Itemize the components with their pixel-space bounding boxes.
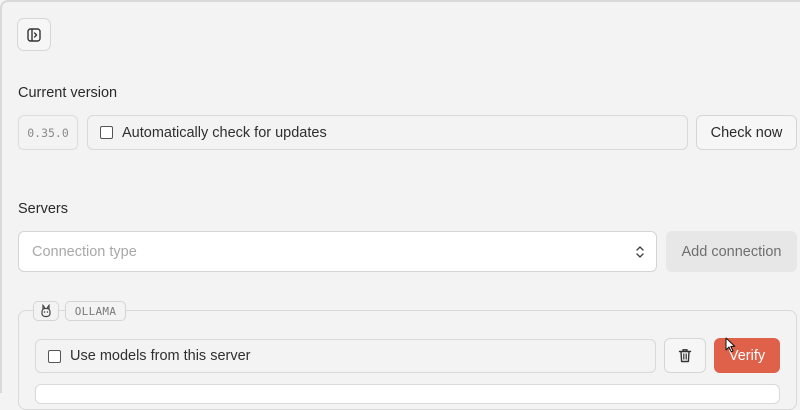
check-now-button[interactable]: Check now <box>696 115 797 150</box>
verify-button[interactable]: Verify <box>714 338 780 373</box>
server-url-input[interactable] <box>35 384 780 404</box>
use-models-label: Use models from this server <box>70 348 251 364</box>
current-version-label: Current version <box>18 85 118 101</box>
chevron-up-down-icon <box>636 246 644 258</box>
sidebar-panel-icon <box>27 27 41 42</box>
mouse-pointer-icon <box>725 337 736 353</box>
version-badge: 0.35.0 <box>18 115 78 150</box>
server-icon-badge <box>33 301 59 321</box>
auto-check-updates-toggle[interactable]: Automatically check for updates <box>87 115 688 150</box>
llama-icon <box>41 304 51 318</box>
auto-check-label: Automatically check for updates <box>122 124 327 141</box>
use-models-toggle[interactable]: Use models from this server <box>35 339 656 373</box>
trash-icon <box>678 349 692 363</box>
add-connection-button[interactable]: Add connection <box>666 231 797 272</box>
auto-check-checkbox[interactable] <box>100 126 113 139</box>
sidebar-toggle-button[interactable] <box>17 18 51 51</box>
connection-type-select[interactable]: Connection type <box>18 231 657 272</box>
use-models-checkbox[interactable] <box>48 349 61 363</box>
delete-server-button[interactable] <box>664 338 706 373</box>
server-type-tag: OLLAMA <box>65 301 126 321</box>
servers-label: Servers <box>18 201 68 217</box>
connection-type-placeholder: Connection type <box>32 243 137 260</box>
